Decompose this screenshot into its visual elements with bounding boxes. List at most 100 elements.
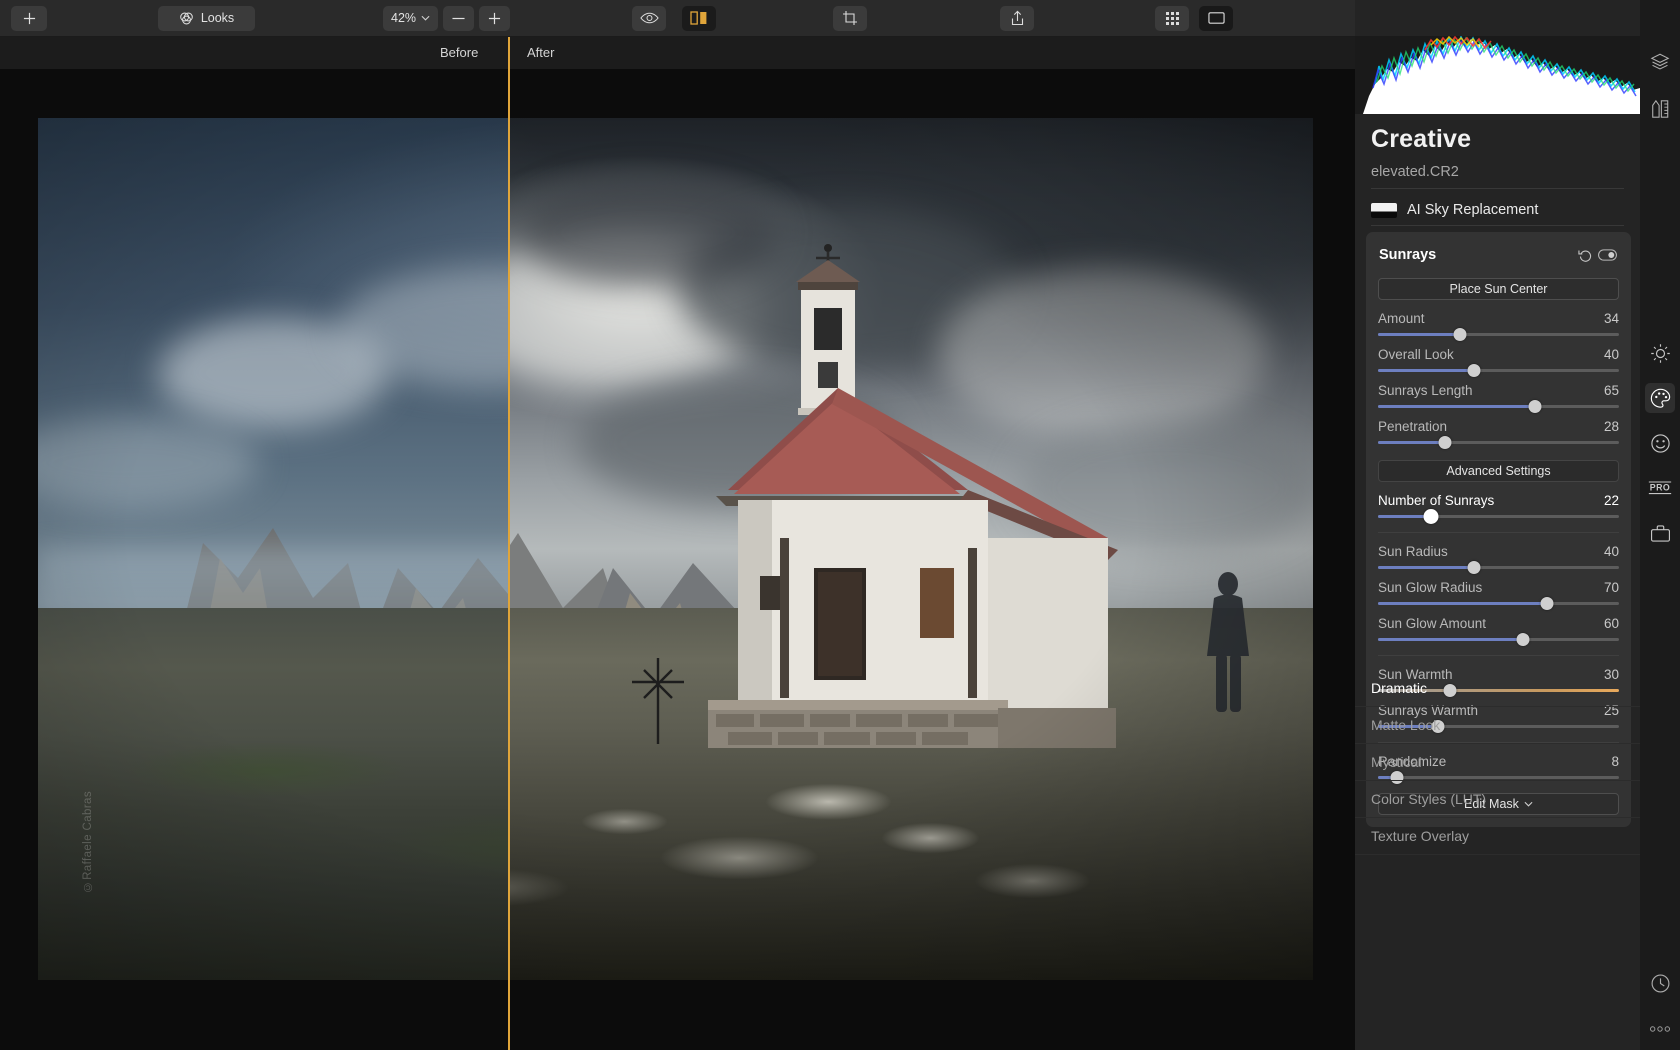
- svg-text:PRO: PRO: [1650, 482, 1671, 492]
- advanced-settings-button[interactable]: Advanced Settings: [1378, 460, 1619, 482]
- right-panel: Creative elevated.CR2 AI Sky Replacement…: [1355, 0, 1640, 1050]
- zoom-controls: 42%: [383, 5, 511, 31]
- more-options-button[interactable]: [1640, 1006, 1680, 1050]
- light-panel-button[interactable]: [1640, 330, 1680, 376]
- slider-label: Number of Sunrays: [1378, 493, 1495, 508]
- slider-value: 40: [1603, 347, 1619, 362]
- reset-button[interactable]: [1574, 244, 1596, 266]
- slider-sunrays-length[interactable]: Sunrays Length 65: [1378, 383, 1619, 413]
- list-item[interactable]: Mystical: [1355, 744, 1640, 781]
- slider-track[interactable]: [1378, 364, 1619, 377]
- slider-track[interactable]: [1378, 436, 1619, 449]
- toolbox-panel-button[interactable]: [1640, 510, 1680, 556]
- place-sun-center-button[interactable]: Place Sun Center: [1378, 278, 1619, 300]
- slider-knob[interactable]: [1423, 509, 1439, 524]
- slider-knob[interactable]: [1467, 364, 1481, 377]
- sidebar-item-ai-sky-replacement[interactable]: AI Sky Replacement: [1371, 196, 1624, 224]
- slider-number-of-sunrays[interactable]: Number of Sunrays 22: [1378, 493, 1619, 524]
- list-item[interactable]: Matte Look: [1355, 707, 1640, 744]
- zoom-level-value: 42%: [391, 11, 417, 25]
- slider-sun-glow-radius[interactable]: Sun Glow Radius 70: [1378, 580, 1619, 610]
- plus-icon: [488, 12, 501, 24]
- slider-track[interactable]: [1378, 597, 1619, 610]
- share-icon: [1011, 10, 1023, 26]
- tools-panel-button[interactable]: [1640, 86, 1680, 132]
- compare-view-button[interactable]: [682, 5, 716, 31]
- add-button[interactable]: [11, 5, 47, 31]
- right-icon-rail: PRO: [1640, 0, 1680, 1050]
- slider-knob[interactable]: [1467, 561, 1481, 574]
- histogram: [1355, 36, 1640, 114]
- looks-icon: [179, 12, 193, 24]
- plus-icon: [23, 12, 35, 24]
- palette-icon: [1650, 388, 1670, 408]
- slider-knob[interactable]: [1438, 436, 1452, 449]
- filename-label: elevated.CR2: [1371, 164, 1459, 180]
- zoom-in-button[interactable]: [479, 5, 511, 31]
- looks-button[interactable]: Looks: [158, 5, 255, 31]
- list-item[interactable]: Dramatic: [1355, 670, 1640, 707]
- portrait-panel-button[interactable]: [1640, 420, 1680, 466]
- slider-knob[interactable]: [1528, 400, 1542, 413]
- sunrays-title: Sunrays: [1379, 247, 1437, 263]
- slider-label: Overall Look: [1378, 347, 1454, 362]
- slider-knob[interactable]: [1453, 328, 1467, 341]
- slider-label: Sun Glow Amount: [1378, 616, 1487, 631]
- slider-value: 70: [1603, 580, 1619, 595]
- slider-sun-glow-amount[interactable]: Sun Glow Amount 60: [1378, 616, 1619, 646]
- slider-knob[interactable]: [1516, 633, 1530, 646]
- before-after-divider[interactable]: [508, 37, 510, 1050]
- slider-label: Sun Radius: [1378, 544, 1448, 559]
- zoom-level-dropdown[interactable]: 42%: [383, 5, 439, 31]
- single-view-button[interactable]: [1199, 5, 1233, 31]
- slider-track[interactable]: [1378, 328, 1619, 341]
- slider-track[interactable]: [1378, 509, 1619, 524]
- sunrays-sliders-group-1: Amount 34 Overall Look 40 Sunrays Length 65 Pe…: [1366, 311, 1631, 449]
- layer-toggle-button[interactable]: [1596, 244, 1618, 266]
- histogram-chart: [1363, 36, 1640, 114]
- image-canvas[interactable]: ©Raffaele Cabras: [0, 69, 1355, 1050]
- grid-view-button[interactable]: [1155, 5, 1189, 31]
- slider-track[interactable]: [1378, 561, 1619, 574]
- slider-track[interactable]: [1378, 400, 1619, 413]
- after-image-half: [508, 118, 1313, 980]
- before-after-compare-icon: [690, 11, 707, 25]
- portrait-icon: [1650, 433, 1670, 453]
- slider-knob[interactable]: [1540, 597, 1554, 610]
- photo-preview[interactable]: ©Raffaele Cabras: [38, 118, 1313, 980]
- divider: [1378, 532, 1619, 533]
- before-image-half: [38, 118, 508, 980]
- slider-value: 34: [1603, 311, 1619, 326]
- layers-icon: [1650, 53, 1670, 70]
- crop-button[interactable]: [833, 5, 867, 31]
- crop-icon: [843, 11, 857, 25]
- sunrays-sliders-group-2: Number of Sunrays 22: [1366, 493, 1631, 524]
- layers-panel-button[interactable]: [1640, 38, 1680, 84]
- slider-amount[interactable]: Amount 34: [1378, 311, 1619, 341]
- preview-toggle-button[interactable]: [632, 5, 666, 31]
- slider-penetration[interactable]: Penetration 28: [1378, 419, 1619, 449]
- color-panel-button[interactable]: [1640, 375, 1680, 421]
- list-item[interactable]: Texture Overlay: [1355, 818, 1640, 855]
- history-panel-button[interactable]: [1640, 960, 1680, 1006]
- slider-track[interactable]: [1378, 633, 1619, 646]
- divider: [1371, 225, 1624, 226]
- slider-sun-radius[interactable]: Sun Radius 40: [1378, 544, 1619, 574]
- list-item-label: Matte Look: [1371, 717, 1441, 733]
- photo-watermark: ©Raffaele Cabras: [82, 790, 94, 892]
- eye-icon: [639, 12, 659, 24]
- list-item[interactable]: Color Styles (LUT): [1355, 781, 1640, 818]
- list-item-label: Mystical: [1371, 754, 1422, 770]
- pro-icon: PRO: [1648, 481, 1672, 495]
- list-item-label: Texture Overlay: [1371, 828, 1470, 844]
- slider-overall-look[interactable]: Overall Look 40: [1378, 347, 1619, 377]
- advanced-settings-label: Advanced Settings: [1446, 464, 1551, 478]
- single-view-icon: [1207, 12, 1225, 24]
- pro-panel-button[interactable]: PRO: [1640, 465, 1680, 511]
- share-button[interactable]: [1000, 5, 1034, 31]
- chevron-down-icon: [421, 15, 430, 21]
- slider-label: Sun Glow Radius: [1378, 580, 1483, 595]
- sunrays-card-header: Sunrays: [1366, 242, 1631, 268]
- page-title: Creative: [1371, 125, 1472, 153]
- zoom-out-button[interactable]: [443, 5, 475, 31]
